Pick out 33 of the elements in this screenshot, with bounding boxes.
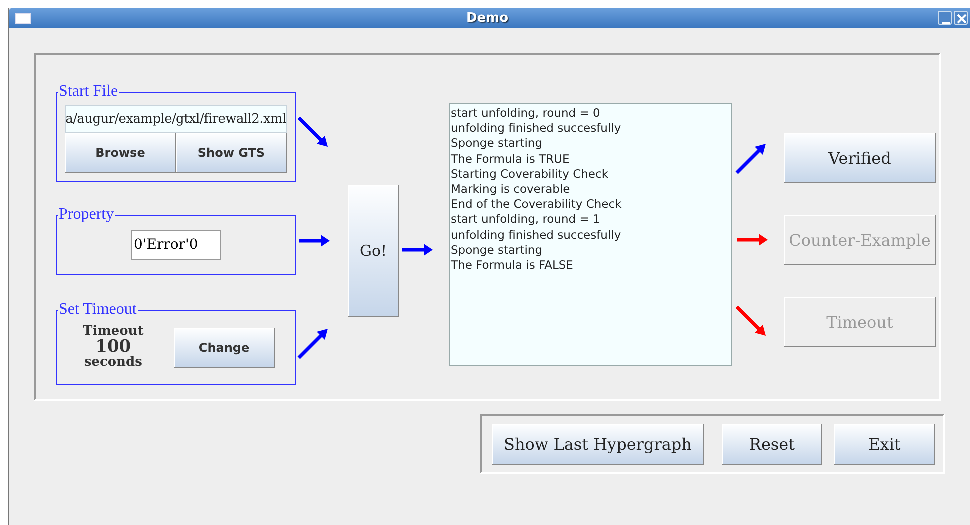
log-line: Sponge starting <box>451 136 544 152</box>
log-line: start unfolding, round = 0 <box>451 106 602 122</box>
property-field[interactable]: 0'Error'0 <box>131 230 221 260</box>
window-icon <box>15 12 31 24</box>
group-title: Property <box>58 206 116 224</box>
log-line: Sponge starting <box>451 242 544 258</box>
file-path-field[interactable]: a/augur/example/gtxl/firewall2.xml <box>65 105 287 133</box>
log-line: Marking is coverable <box>451 182 572 198</box>
group-title: Start File <box>58 83 120 101</box>
minimize-icon <box>942 22 950 24</box>
result-button[interactable]: Verified <box>784 133 936 183</box>
action-button[interactable]: Show Last Hypergraph <box>492 424 704 464</box>
group-title: Set Timeout <box>58 301 138 319</box>
log-line: start unfolding, round = 1 <box>451 212 602 228</box>
close-button[interactable] <box>954 11 968 25</box>
timeout-value: 100 <box>96 339 132 356</box>
log-line: Starting Coverability Check <box>451 166 610 182</box>
close-icon <box>957 14 967 24</box>
timeout-unit: seconds <box>84 356 142 370</box>
log-line: unfolding finished succesfully <box>451 228 622 243</box>
action-button[interactable]: Reset <box>722 424 822 464</box>
log-line: The Formula is FALSE <box>451 258 574 274</box>
change-button[interactable]: Change <box>174 328 275 368</box>
file-button[interactable]: Browse <box>65 133 176 173</box>
log-line: End of the Coverability Check <box>451 197 623 212</box>
go-button[interactable]: Go! <box>348 185 399 317</box>
file-button[interactable]: Show GTS <box>176 133 287 173</box>
log-line: The Formula is TRUE <box>451 152 571 167</box>
action-button[interactable]: Exit <box>834 424 935 464</box>
timeout-label: Timeout <box>83 325 144 339</box>
minimize-button[interactable] <box>938 11 952 25</box>
log-line: unfolding finished succesfully <box>451 121 622 136</box>
window-title: Demo <box>465 10 510 26</box>
